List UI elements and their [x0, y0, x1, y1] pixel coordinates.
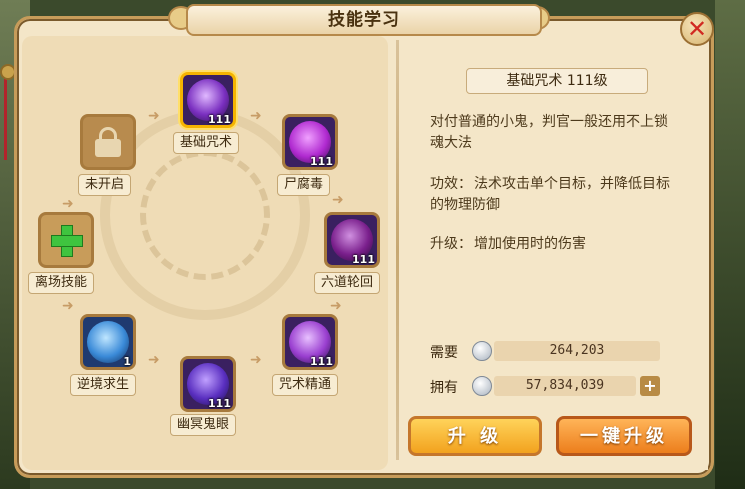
path-arrow-icon: ➜ [62, 298, 74, 314]
skill-slot-exit-skill[interactable] [38, 212, 94, 268]
upgrade-label: 升级： [430, 236, 472, 252]
green-plus-icon [49, 223, 83, 257]
path-arrow-icon: ➜ [148, 108, 160, 124]
skill-ring-inner-decoration [140, 150, 270, 280]
skill-detail-header: 基础咒术 111级 [466, 68, 648, 94]
panel-divider [396, 40, 399, 460]
effect-label: 功效： [430, 176, 472, 192]
upgrade-button[interactable]: 升 级 [408, 416, 542, 456]
skill-slot-basic-curse[interactable]: 111 [180, 72, 236, 128]
skill-slot-adversity-survival[interactable]: 1 [80, 314, 136, 370]
need-label: 需要 [430, 345, 458, 361]
skill-effect: 功效： 法术攻击单个目标，并降低目标的物理防御 [430, 174, 670, 216]
own-label: 拥有 [430, 380, 458, 396]
path-arrow-icon: ➜ [332, 192, 344, 208]
skill-level: 111 [310, 355, 333, 368]
skill-level: 1 [123, 355, 131, 368]
path-arrow-icon: ➜ [148, 352, 160, 368]
skill-description: 对付普通的小鬼，判官一般还用不上锁魂大法 [430, 114, 668, 151]
skill-slot-locked[interactable] [80, 114, 136, 170]
close-button[interactable]: ✕ [680, 12, 714, 46]
path-arrow-icon: ➜ [250, 108, 262, 124]
silver-coin-icon [472, 376, 492, 396]
skill-label-six-paths: 六道轮回 [314, 272, 381, 294]
add-currency-button[interactable]: + [640, 376, 660, 396]
skill-label-locked: 未开启 [78, 174, 132, 196]
skill-label-ghost-eye: 幽冥鬼眼 [170, 414, 237, 436]
skill-slot-six-paths[interactable]: 111 [324, 212, 380, 268]
skill-level: 111 [208, 397, 231, 410]
window-title: 技能学习 [328, 10, 400, 30]
skill-level: 111 [310, 155, 333, 168]
skill-label-basic-curse: 基础咒术 [173, 132, 240, 154]
title-bar: 技能学习 [186, 4, 542, 36]
skill-slot-corpse-poison[interactable]: 111 [282, 114, 338, 170]
skill-label-exit-skill: 离场技能 [28, 272, 95, 294]
close-icon: ✕ [686, 15, 708, 43]
path-arrow-icon: ➜ [62, 196, 74, 212]
skill-slot-curse-mastery[interactable]: 111 [282, 314, 338, 370]
skill-label-curse-mastery: 咒术精通 [272, 374, 339, 396]
skill-label-corpse-poison: 尸腐毒 [277, 174, 331, 196]
background-right-scenery [715, 0, 745, 489]
skill-label-adversity-survival: 逆境求生 [70, 374, 137, 396]
path-arrow-icon: ➜ [330, 298, 342, 314]
path-arrow-icon: ➜ [250, 352, 262, 368]
own-value: 57,834,039 [494, 376, 636, 396]
silver-coin-icon [472, 341, 492, 361]
need-value: 264,203 [494, 341, 660, 361]
skill-upgrade-info: 升级： 增加使用时的伤害 [430, 234, 670, 255]
skill-slot-ghost-eye[interactable]: 111 [180, 356, 236, 412]
lock-icon [95, 127, 121, 157]
upgrade-all-button[interactable]: 一键升级 [556, 416, 692, 456]
skill-level: 111 [208, 113, 231, 126]
upgrade-text: 增加使用时的伤害 [474, 236, 586, 252]
skill-level: 111 [352, 253, 375, 266]
